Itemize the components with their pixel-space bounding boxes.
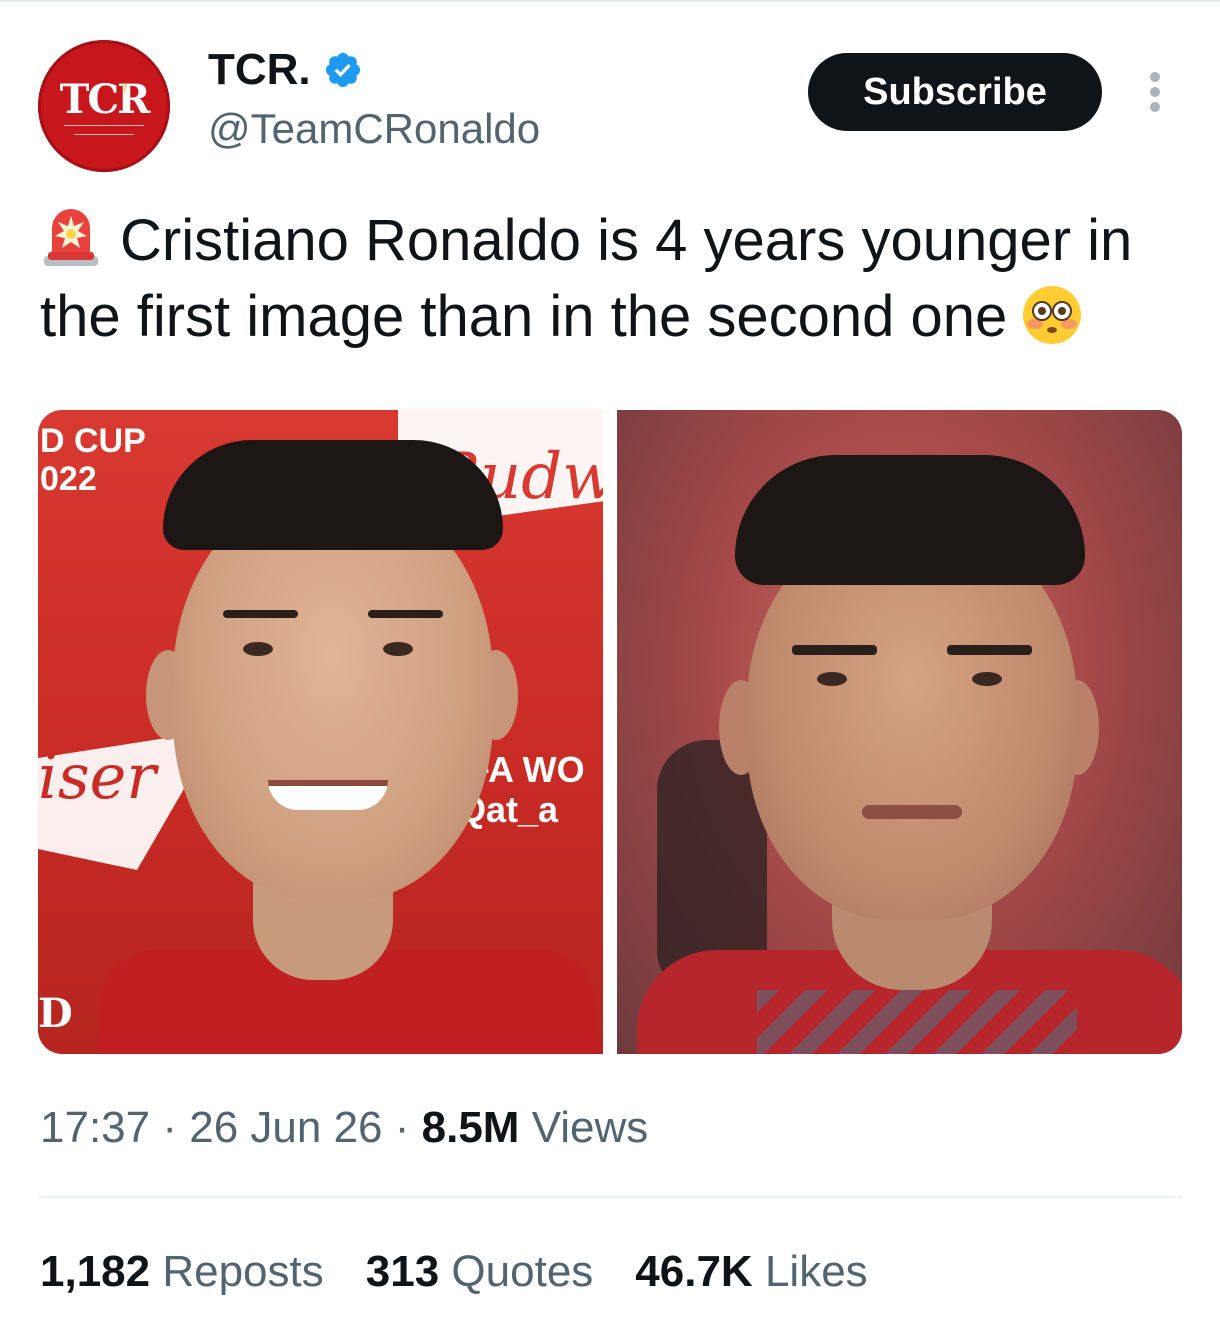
top-border xyxy=(0,0,1220,2)
tweet-time[interactable]: 17:37 xyxy=(40,1103,150,1152)
more-dot-1 xyxy=(1150,72,1160,82)
hair xyxy=(735,455,1085,585)
tweet-text-block: Cristiano Ronaldo is 4 years younger in … xyxy=(40,202,1190,355)
more-vertical-icon[interactable] xyxy=(1138,64,1172,120)
verified-badge-icon xyxy=(325,52,360,88)
right-eye xyxy=(972,672,1002,686)
left-eye xyxy=(817,672,847,686)
views-label: Views xyxy=(531,1103,649,1152)
subscribe-button[interactable]: Subscribe xyxy=(808,53,1102,131)
left-eye xyxy=(243,642,273,656)
tweet-meta: 17:37 · 26 Jun 26 · 8.5M Views xyxy=(40,1100,648,1156)
more-dot-3 xyxy=(1150,102,1160,112)
right-eye xyxy=(383,642,413,656)
photo-1[interactable]: Budw D CUP 022 iser IFA WO Qat_a D xyxy=(38,410,603,1054)
author-handle[interactable]: @TeamCRonaldo xyxy=(208,104,540,154)
engagement-stats: 1,182 Reposts 313 Quotes 46.7K Likes xyxy=(40,1244,868,1300)
left-eyebrow xyxy=(792,645,877,655)
smile xyxy=(268,780,388,810)
sponsor-side-text: iser xyxy=(38,740,156,813)
author-display-name[interactable]: TCR. xyxy=(208,44,311,96)
quotes-count: 313 xyxy=(365,1247,440,1296)
author-name-row[interactable]: TCR. xyxy=(208,44,363,96)
right-eyebrow xyxy=(368,610,443,618)
quotes-stat[interactable]: 313 Quotes xyxy=(366,1244,594,1300)
flushed-face-emoji xyxy=(1023,286,1082,344)
tweet-date[interactable]: 26 Jun 26 xyxy=(189,1103,382,1152)
divider xyxy=(38,1196,1182,1198)
right-eyebrow xyxy=(947,645,1032,655)
face xyxy=(173,490,493,900)
reposts-count: 1,182 xyxy=(40,1247,151,1296)
avatar-number: 7 xyxy=(122,84,128,95)
meta-separator: · xyxy=(394,1103,410,1152)
more-dot-2 xyxy=(1150,87,1160,97)
world-cup-text: D CUP 022 xyxy=(40,422,146,498)
reposts-stat[interactable]: 1,182 Reposts xyxy=(40,1244,324,1300)
likes-label: Likes xyxy=(764,1247,868,1296)
likes-stat[interactable]: 46.7K Likes xyxy=(635,1244,867,1300)
corner-text: D xyxy=(38,990,73,1037)
police-siren-emoji xyxy=(44,209,98,266)
hair xyxy=(163,440,503,550)
avatar[interactable]: 7 TCR xyxy=(38,40,170,172)
avatar-logo-divider xyxy=(64,125,144,126)
media-grid[interactable]: Budw D CUP 022 iser IFA WO Qat_a D xyxy=(38,410,1182,1054)
shirt-pattern xyxy=(757,990,1077,1054)
left-eyebrow xyxy=(223,610,298,618)
quotes-label: Quotes xyxy=(451,1247,594,1296)
mouth xyxy=(862,805,962,819)
tweet-text: Cristiano Ronaldo is 4 years younger in … xyxy=(40,208,1133,349)
world-cup-text-line1: D CUP xyxy=(40,422,146,460)
likes-count: 46.7K xyxy=(635,1247,753,1296)
avatar-logo-text: TCR xyxy=(59,76,151,123)
avatar-logo-divider-2 xyxy=(74,134,134,135)
views-count: 8.5M xyxy=(421,1103,520,1152)
meta-separator: · xyxy=(162,1103,177,1152)
photo-2[interactable] xyxy=(617,410,1182,1054)
world-cup-text-line2: 022 xyxy=(40,460,97,498)
reposts-label: Reposts xyxy=(162,1247,324,1296)
